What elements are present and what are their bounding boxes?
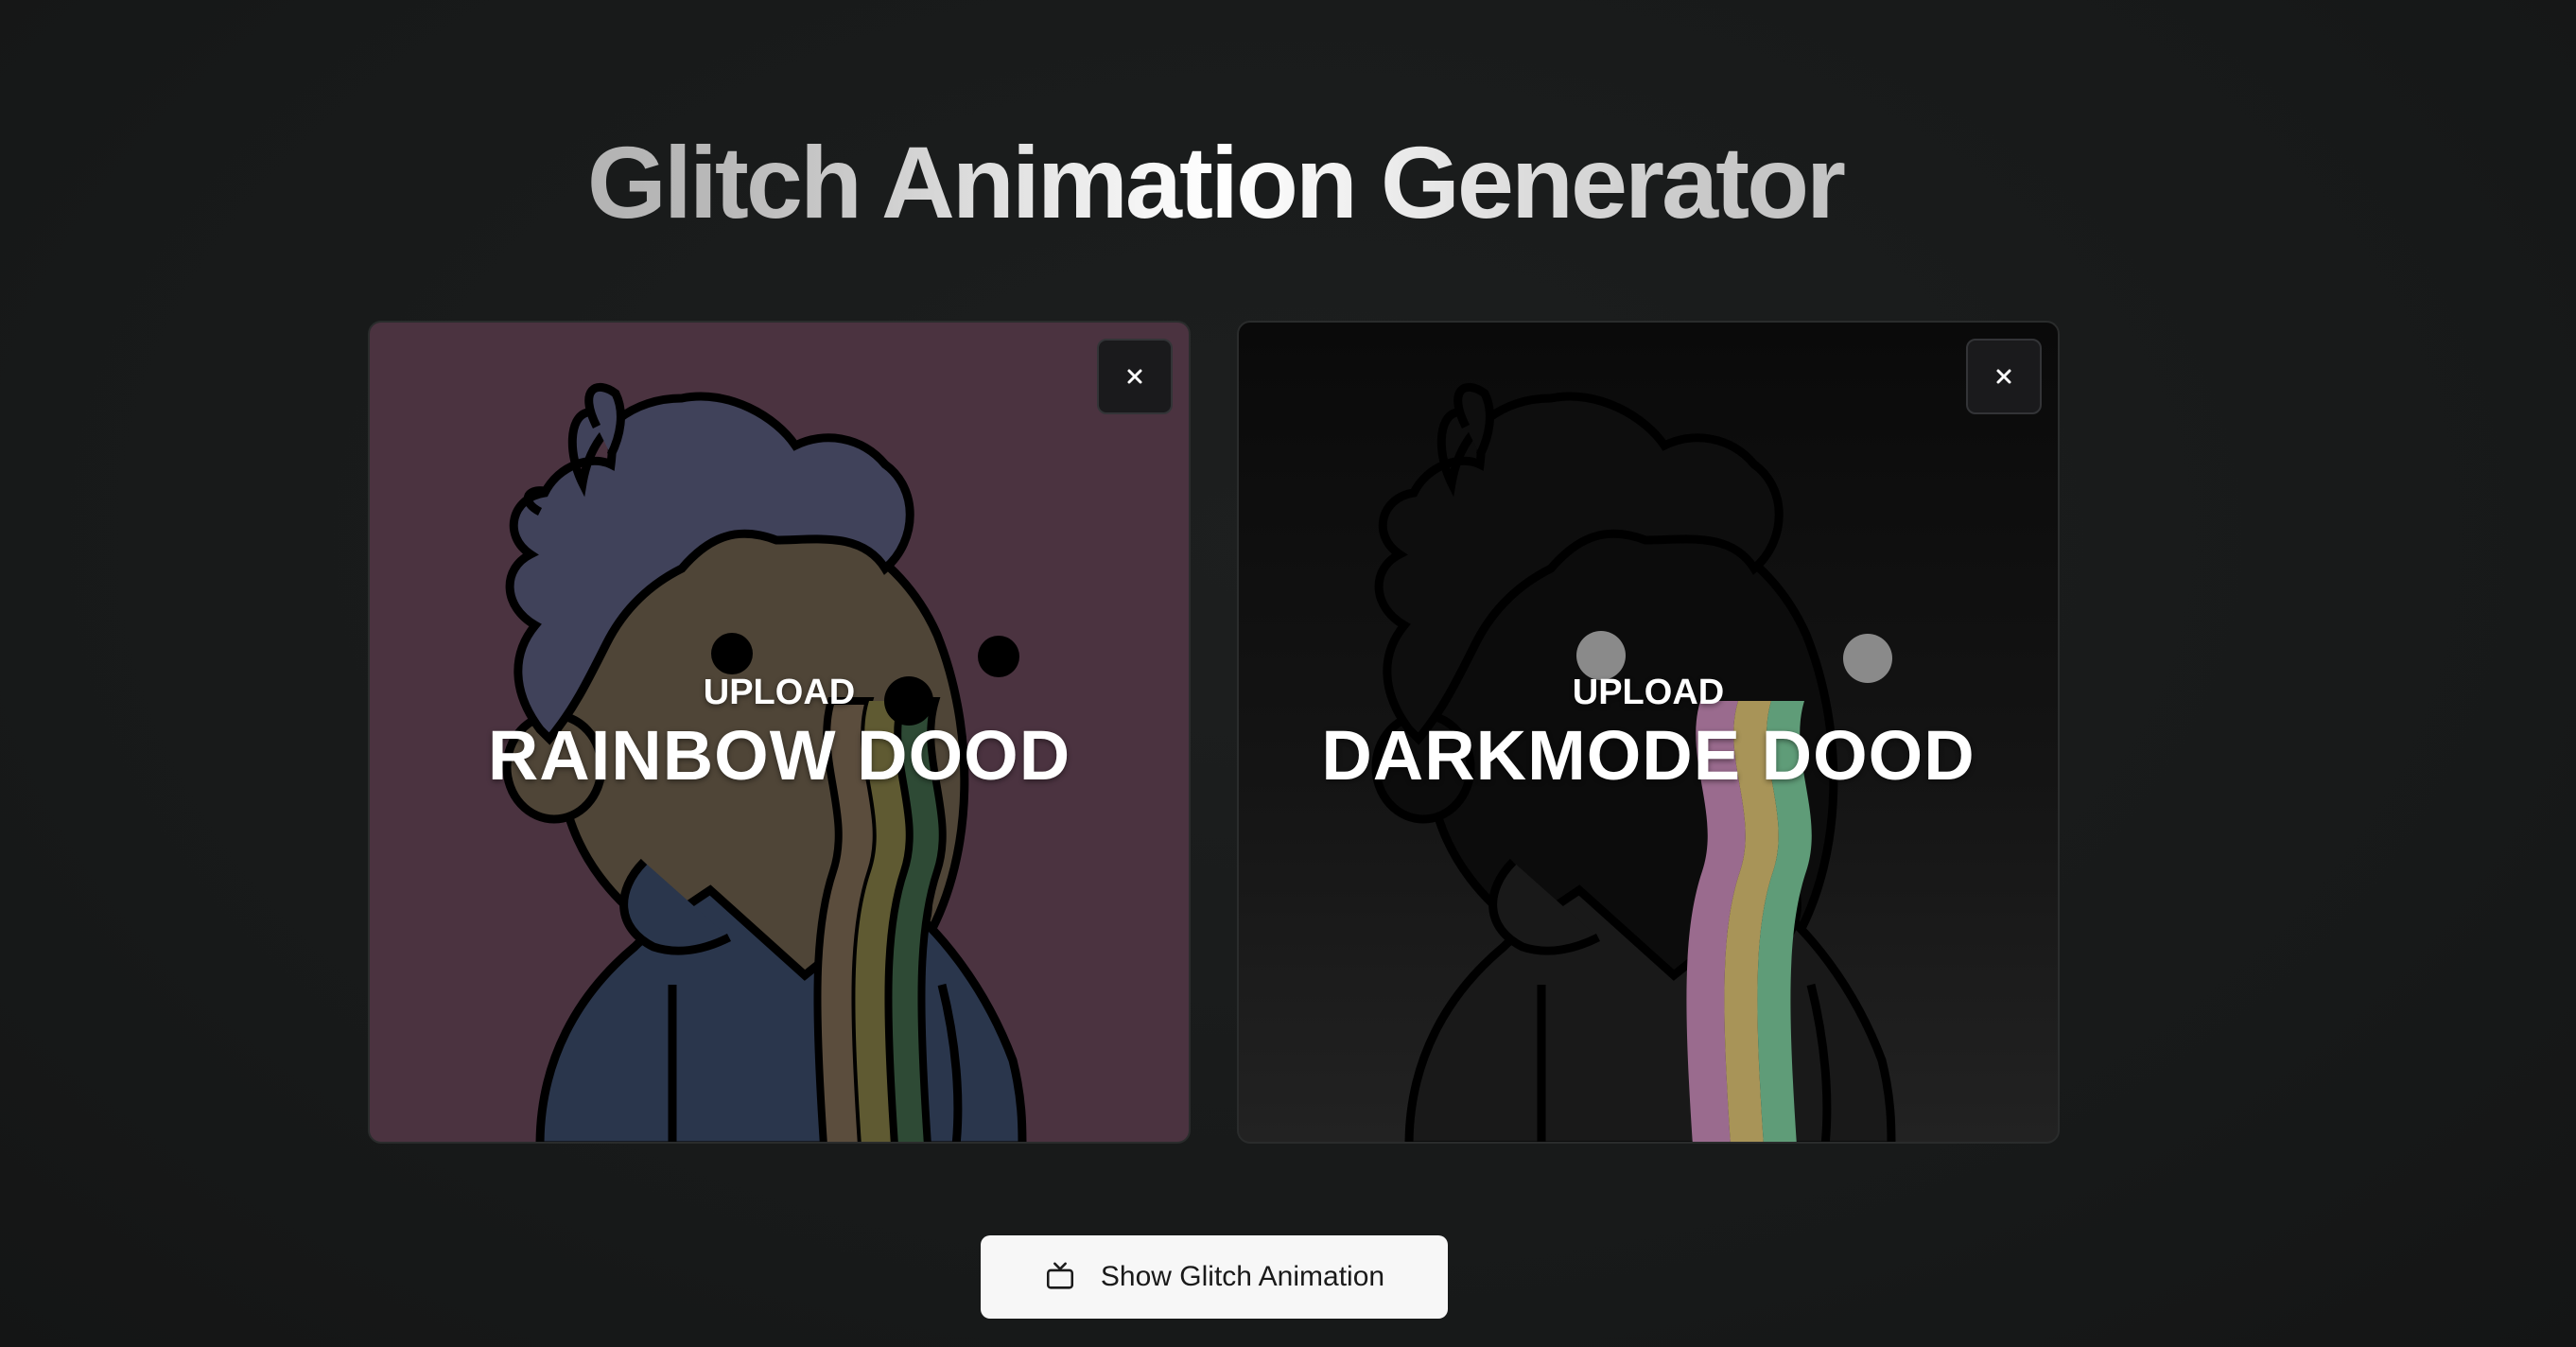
rainbow-dood-upload-card[interactable]: UPLOAD RAINBOW DOOD [368,321,1191,1144]
remove-rainbow-dood-button[interactable] [1097,339,1173,414]
show-glitch-animation-label: Show Glitch Animation [1100,1261,1385,1292]
upload-label-small: UPLOAD [703,673,856,712]
upload-label-big: DARKMODE DOOD [1321,716,1976,795]
glitch-generator-page: Glitch Animation Generator UPLOAD RAINBO… [0,0,2576,1347]
upload-label-small: UPLOAD [1572,673,1725,712]
show-glitch-animation-button[interactable]: Show Glitch Animation [981,1235,1448,1319]
tv-icon [1046,1262,1073,1289]
remove-darkmode-dood-button[interactable] [1966,339,2042,414]
darkmode-dood-upload-card[interactable]: UPLOAD DARKMODE DOOD [1237,321,2060,1144]
close-icon [1127,369,1142,384]
page-title: Glitch Animation Generator [0,123,2430,241]
upload-label-big: RAINBOW DOOD [487,716,1071,795]
close-icon [1996,369,2011,384]
